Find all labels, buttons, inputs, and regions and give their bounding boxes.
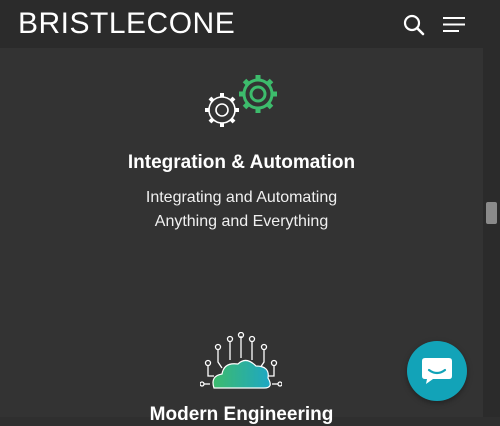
search-button[interactable]: [402, 13, 428, 37]
section-description: Integrating and Automating Anything and …: [0, 186, 483, 234]
chat-bubble-icon: [422, 358, 452, 384]
description-line: Anything and Everything: [154, 213, 329, 230]
scrollbar-thumb[interactable]: [486, 202, 497, 224]
cloud-network-icon: [200, 332, 282, 389]
gears-icon: [205, 75, 277, 127]
scrollbar[interactable]: [483, 48, 500, 417]
section-title: Modern Engineering: [149, 404, 334, 425]
brand-logo[interactable]: BRISTLECONE: [18, 6, 235, 42]
description-line: Integrating and Automating: [145, 189, 338, 206]
hamburger-menu-icon: [443, 17, 465, 32]
chat-widget-button[interactable]: [407, 341, 467, 401]
site-header: BRISTLECONE: [0, 0, 500, 48]
menu-button[interactable]: [441, 14, 467, 36]
section-title: Integration & Automation: [127, 152, 356, 173]
search-icon: [403, 14, 425, 36]
